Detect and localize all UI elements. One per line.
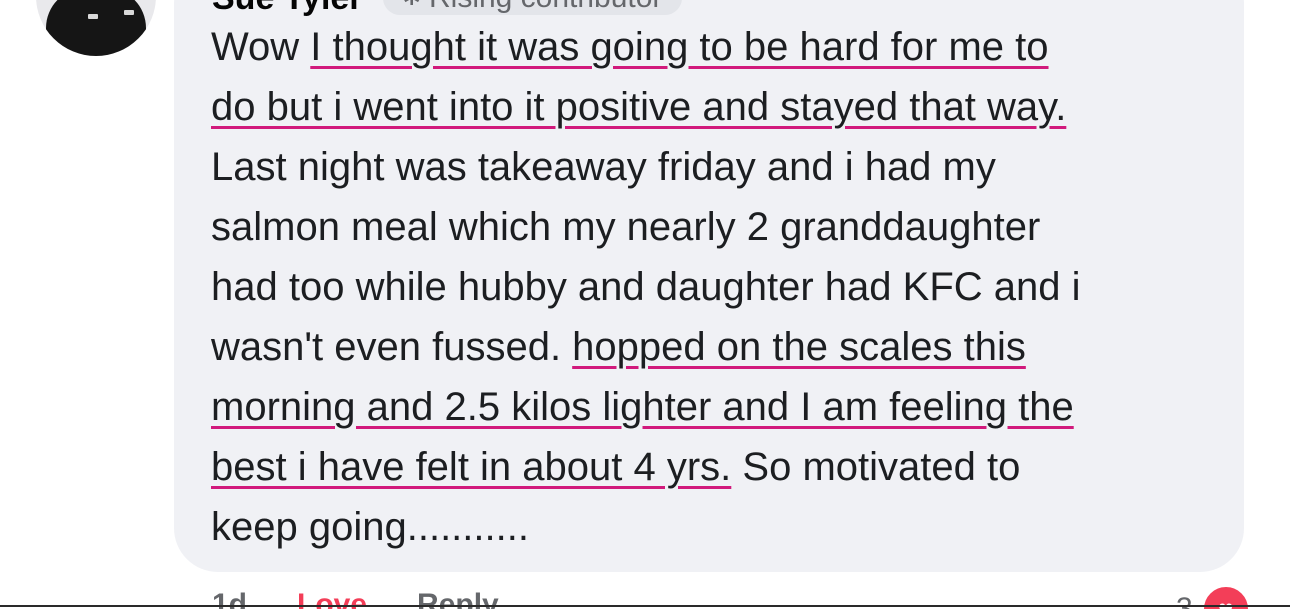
comment-text-plain: So motivated to	[731, 445, 1021, 489]
comment-text-plain: wasn't even fussed.	[211, 325, 573, 369]
screen-edge-divider	[0, 605, 1290, 607]
comment-line: keep going...........	[211, 497, 1221, 557]
shirt-logo-left	[88, 14, 98, 19]
comment-line: had too while hubby and daughter had KFC…	[211, 257, 1221, 317]
comment-text-plain: keep going...........	[211, 505, 529, 549]
comment-line: salmon meal which my nearly 2 granddaugh…	[211, 197, 1221, 257]
comment-line: wasn't even fussed. hopped on the scales…	[211, 317, 1221, 377]
avatar-shirt	[46, 0, 146, 56]
avatar[interactable]	[36, 0, 156, 56]
comment-text-highlighted: best i have felt in about 4 yrs.	[211, 445, 732, 489]
comment-line: best i have felt in about 4 yrs. So moti…	[211, 437, 1221, 497]
comment-text: Wow I thought it was going to be hard fo…	[211, 17, 1221, 557]
comment-header: Sue Tyler ✲ Rising contributor	[212, 0, 683, 18]
shirt-logo-right	[124, 10, 134, 15]
comment-text-highlighted: do but i went into it positive and staye…	[211, 85, 1067, 129]
badge-label: Rising contributor	[429, 0, 662, 15]
comment-line: Wow I thought it was going to be hard fo…	[211, 17, 1221, 77]
comment-text-highlighted: I thought it was going to be hard for me…	[310, 25, 1049, 69]
comment-text-plain: Last night was takeaway friday and i had…	[211, 145, 996, 189]
comment-line: morning and 2.5 kilos lighter and I am f…	[211, 377, 1221, 437]
comment-text-highlighted: morning and 2.5 kilos lighter and I am f…	[211, 385, 1074, 429]
sparkle-icon: ✲	[403, 0, 421, 11]
comment-screen: Sue Tyler ✲ Rising contributor Wow I tho…	[0, 0, 1290, 609]
comment-text-plain: Wow	[211, 25, 311, 69]
author-name[interactable]: Sue Tyler	[212, 0, 363, 18]
comment-text-highlighted: hopped on the scales this	[572, 325, 1026, 369]
comment-line: do but i went into it positive and staye…	[211, 77, 1221, 137]
comment-text-plain: salmon meal which my nearly 2 granddaugh…	[211, 205, 1041, 249]
contributor-badge[interactable]: ✲ Rising contributor	[382, 0, 683, 15]
comment-line: Last night was takeaway friday and i had…	[211, 137, 1221, 197]
comment-text-plain: had too while hubby and daughter had KFC…	[211, 265, 1081, 309]
